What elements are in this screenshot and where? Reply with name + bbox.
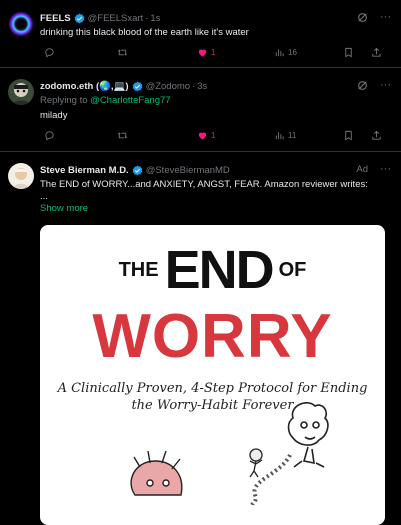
like-button[interactable]: 1 <box>197 47 215 58</box>
share-button[interactable] <box>371 130 382 141</box>
timestamp[interactable]: 3s <box>197 81 207 92</box>
reply-icon <box>45 131 54 141</box>
views-button[interactable]: 16 <box>274 47 297 58</box>
views-icon <box>275 132 284 140</box>
avatar-zodomo[interactable] <box>8 79 34 105</box>
author-name[interactable]: zodomo.eth (🌏,💻) <box>40 81 129 92</box>
replying-to-link[interactable]: @CharlotteFang77 <box>90 95 170 106</box>
verified-badge-icon <box>74 13 84 23</box>
views-count: 16 <box>288 48 297 57</box>
tweet-text: drinking this black blood of the earth l… <box>40 27 249 38</box>
retweet-icon <box>118 49 127 56</box>
author-name[interactable]: Steve Bierman M.D. <box>40 165 129 176</box>
show-more-link[interactable]: Show more <box>40 203 389 215</box>
bookmark-button[interactable] <box>343 130 354 141</box>
grok-icon[interactable] <box>357 12 368 23</box>
author-handle[interactable]: @SteveBiermanMD <box>146 165 230 176</box>
like-icon <box>198 49 207 57</box>
verified-badge-icon <box>132 81 142 91</box>
reply-button[interactable] <box>44 47 55 58</box>
book-title-end: THE END OF <box>40 239 385 301</box>
book-illustration <box>130 402 329 505</box>
retweet-button[interactable] <box>117 47 128 58</box>
share-button[interactable] <box>371 47 382 58</box>
book-title-worry: WORRY <box>92 302 333 371</box>
avatar-feels[interactable] <box>8 11 34 37</box>
more-icon[interactable]: ··· <box>380 163 391 175</box>
more-icon[interactable]: ··· <box>380 11 391 23</box>
reply-icon <box>45 48 54 58</box>
tweet-feels[interactable]: FEELS @FEELSxart · 1s ··· drinking this … <box>0 0 401 68</box>
ad-label: Ad <box>356 163 368 175</box>
tweet-text-ellipsis: ... <box>40 191 48 202</box>
like-count: 1 <box>211 48 216 57</box>
separator-dot: · <box>192 80 196 92</box>
like-icon <box>198 132 207 140</box>
book-title-the: THE <box>118 259 159 281</box>
avatar-bierman[interactable] <box>8 163 34 189</box>
views-icon <box>275 49 284 57</box>
bookmark-icon <box>345 130 352 141</box>
author-handle[interactable]: @Zodomo <box>146 81 191 92</box>
replying-to: Replying to @CharlotteFang77 <box>40 95 389 107</box>
retweet-button[interactable] <box>117 130 128 141</box>
share-icon <box>372 130 381 140</box>
views-button[interactable]: 11 <box>274 130 296 141</box>
retweet-icon <box>118 132 127 139</box>
share-icon <box>372 47 381 57</box>
book-title-end-word: END <box>164 240 275 300</box>
tweet-actions: 1 16 <box>40 47 391 61</box>
tweet-text: The END of WORRY...and ANXIETY, ANGST, F… <box>40 179 368 190</box>
like-count: 1 <box>211 131 216 140</box>
tweet-zodomo[interactable]: zodomo.eth (🌏,💻) @Zodomo · 3s ··· Replyi… <box>0 68 401 152</box>
tweet-text: milady <box>40 110 68 121</box>
bookmark-icon <box>345 47 352 58</box>
more-icon[interactable]: ··· <box>380 79 391 91</box>
timestamp[interactable]: 1s <box>150 13 160 24</box>
author-name[interactable]: FEELS <box>40 13 71 24</box>
separator-dot: · <box>145 12 149 24</box>
ad-media-book-cover[interactable]: THE END OF WORRY A Clinically Proven, 4-St… <box>40 225 385 525</box>
book-title-of: OF <box>278 259 307 281</box>
replying-prefix: Replying to <box>40 95 91 106</box>
verified-badge-icon <box>132 165 143 175</box>
grok-icon[interactable] <box>357 80 368 91</box>
author-handle[interactable]: @FEELSxart <box>88 13 144 24</box>
bookmark-button[interactable] <box>343 47 354 58</box>
reply-button[interactable] <box>44 130 55 141</box>
like-button[interactable]: 1 <box>197 130 215 141</box>
tweet-actions: 1 11 <box>40 130 391 144</box>
views-count: 11 <box>288 131 297 140</box>
